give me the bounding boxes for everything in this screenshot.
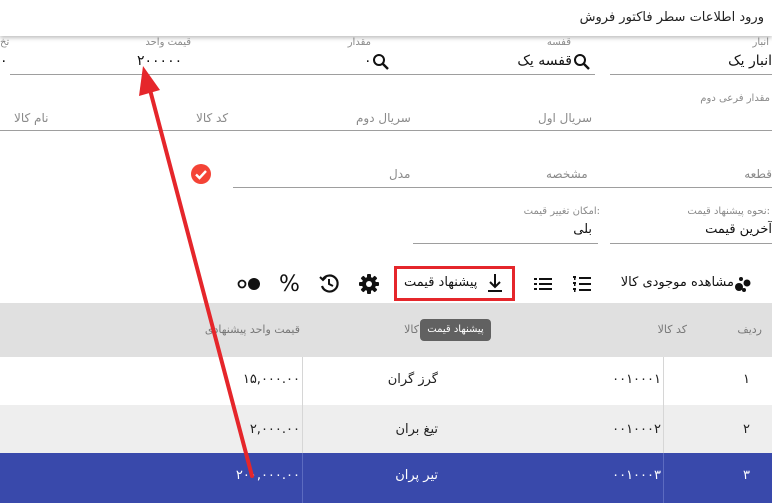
warehouse-field[interactable]: انبار یک bbox=[728, 53, 772, 69]
row-number-cell: ۱ bbox=[743, 372, 750, 387]
unit-price-field[interactable]: ۲۰۰۰۰۰ bbox=[137, 53, 182, 69]
table-row[interactable]: ۲ ۰۰۱۰۰۰۲ تیغ بران ۲,۰۰۰.۰۰ bbox=[0, 405, 772, 453]
dialog-title-bar: ورود اطلاعات سطر فاکتور فروش bbox=[0, 0, 772, 36]
annotation-highlight-box bbox=[394, 266, 515, 301]
check-circle-icon[interactable] bbox=[190, 163, 212, 185]
item-code-field[interactable]: کد کالا bbox=[196, 111, 228, 125]
column-divider bbox=[663, 357, 664, 405]
model-field[interactable]: مدل bbox=[389, 167, 410, 181]
shelf-field[interactable]: قفسه یک bbox=[517, 53, 572, 69]
item-code-cell: ۰۰۱۰۰۰۳ bbox=[612, 468, 661, 483]
column-divider bbox=[663, 453, 664, 503]
item-name-cell: گرز گران bbox=[387, 372, 438, 387]
item-name-cell: تیر پران bbox=[395, 468, 438, 483]
column-divider bbox=[663, 405, 664, 453]
price-suggest-tooltip: پیشنهاد قیمت bbox=[420, 319, 491, 341]
suggested-price-cell: ۲,۰۰۰.۰۰ bbox=[249, 422, 300, 437]
header-item-name: کالا bbox=[404, 323, 419, 336]
discount-field[interactable]: ۰ bbox=[0, 53, 8, 69]
row-number-cell: ۲ bbox=[743, 422, 750, 437]
percent-button[interactable]: % bbox=[279, 272, 300, 297]
gear-icon[interactable] bbox=[358, 273, 380, 295]
row-number-cell: ۳ bbox=[743, 468, 750, 483]
row2-underline bbox=[0, 130, 772, 131]
price-change-select[interactable]: بلی bbox=[573, 222, 592, 237]
column-divider bbox=[302, 453, 303, 503]
dialog-title: ورود اطلاعات سطر فاکتور فروش bbox=[579, 10, 764, 25]
header-row-number: ردیف bbox=[737, 323, 762, 336]
serial1-field[interactable]: سریال اول bbox=[538, 111, 592, 125]
suggested-price-cell: ۱۵,۰۰۰.۰۰ bbox=[242, 372, 300, 387]
numbered-list-icon[interactable] bbox=[572, 274, 592, 294]
spec-field[interactable]: مشخصه bbox=[546, 167, 588, 181]
price-method-underline bbox=[610, 243, 772, 244]
header-item-code: کد کالا bbox=[657, 323, 687, 336]
shelf-search-icon[interactable] bbox=[573, 53, 591, 71]
part-field[interactable]: قطعه bbox=[744, 167, 772, 181]
item-code-cell: ۰۰۱۰۰۰۲ bbox=[612, 422, 661, 437]
list-icon[interactable] bbox=[533, 274, 553, 294]
toggle-icon[interactable] bbox=[237, 276, 263, 290]
shelf-underline bbox=[395, 74, 595, 75]
price-method-select[interactable]: آخرین قیمت bbox=[705, 222, 772, 237]
shelf-label: قفسه bbox=[546, 37, 571, 48]
grid-toolbar: مشاهده موجودی کالا پیشنهاد قیمت % bbox=[0, 262, 772, 304]
quantity-label: مقدار bbox=[347, 37, 371, 48]
price-method-label: نحوه پیشنهاد قیمت: bbox=[687, 206, 770, 217]
column-divider bbox=[302, 405, 303, 453]
price-change-label: امکان تغییر قیمت: bbox=[523, 206, 600, 217]
table-row[interactable]: ۱ ۰۰۱۰۰۰۱ گرز گران ۱۵,۰۰۰.۰۰ bbox=[0, 357, 772, 405]
unit-price-label: قیمت واحد bbox=[145, 37, 191, 48]
item-name-field[interactable]: نام کالا bbox=[14, 111, 48, 125]
header-suggested-price: قیمت واحد پیشنهادی bbox=[204, 323, 300, 336]
quantity-underline bbox=[195, 74, 395, 75]
warehouse-label: انبار bbox=[752, 37, 769, 48]
discount-label: تخ bbox=[0, 37, 10, 48]
unit-price-underline bbox=[10, 74, 195, 75]
sub-qty2-label: مقدار فرعی دوم bbox=[700, 93, 770, 104]
item-code-cell: ۰۰۱۰۰۰۱ bbox=[612, 372, 661, 387]
price-change-underline bbox=[413, 243, 598, 244]
table-row-selected[interactable]: ۳ ۰۰۱۰۰۰۳ تیر پران ۲۰۰,۰۰۰.۰۰ bbox=[0, 453, 772, 503]
row3-underline bbox=[233, 187, 772, 188]
warehouse-underline bbox=[610, 74, 772, 75]
history-icon[interactable] bbox=[318, 273, 340, 295]
column-divider bbox=[302, 357, 303, 405]
quantity-search-icon[interactable] bbox=[372, 53, 390, 71]
suggested-price-cell: ۲۰۰,۰۰۰.۰۰ bbox=[235, 468, 300, 483]
item-name-cell: تیغ بران bbox=[395, 422, 438, 437]
table-header: ردیف کد کالا کالا قیمت واحد پیشنهادی bbox=[0, 303, 772, 357]
quantity-field[interactable]: ۰ bbox=[364, 53, 372, 69]
stock-view-button[interactable]: مشاهده موجودی کالا bbox=[621, 275, 734, 290]
bubbles-icon[interactable] bbox=[733, 274, 753, 294]
serial2-field[interactable]: سریال دوم bbox=[356, 111, 411, 125]
